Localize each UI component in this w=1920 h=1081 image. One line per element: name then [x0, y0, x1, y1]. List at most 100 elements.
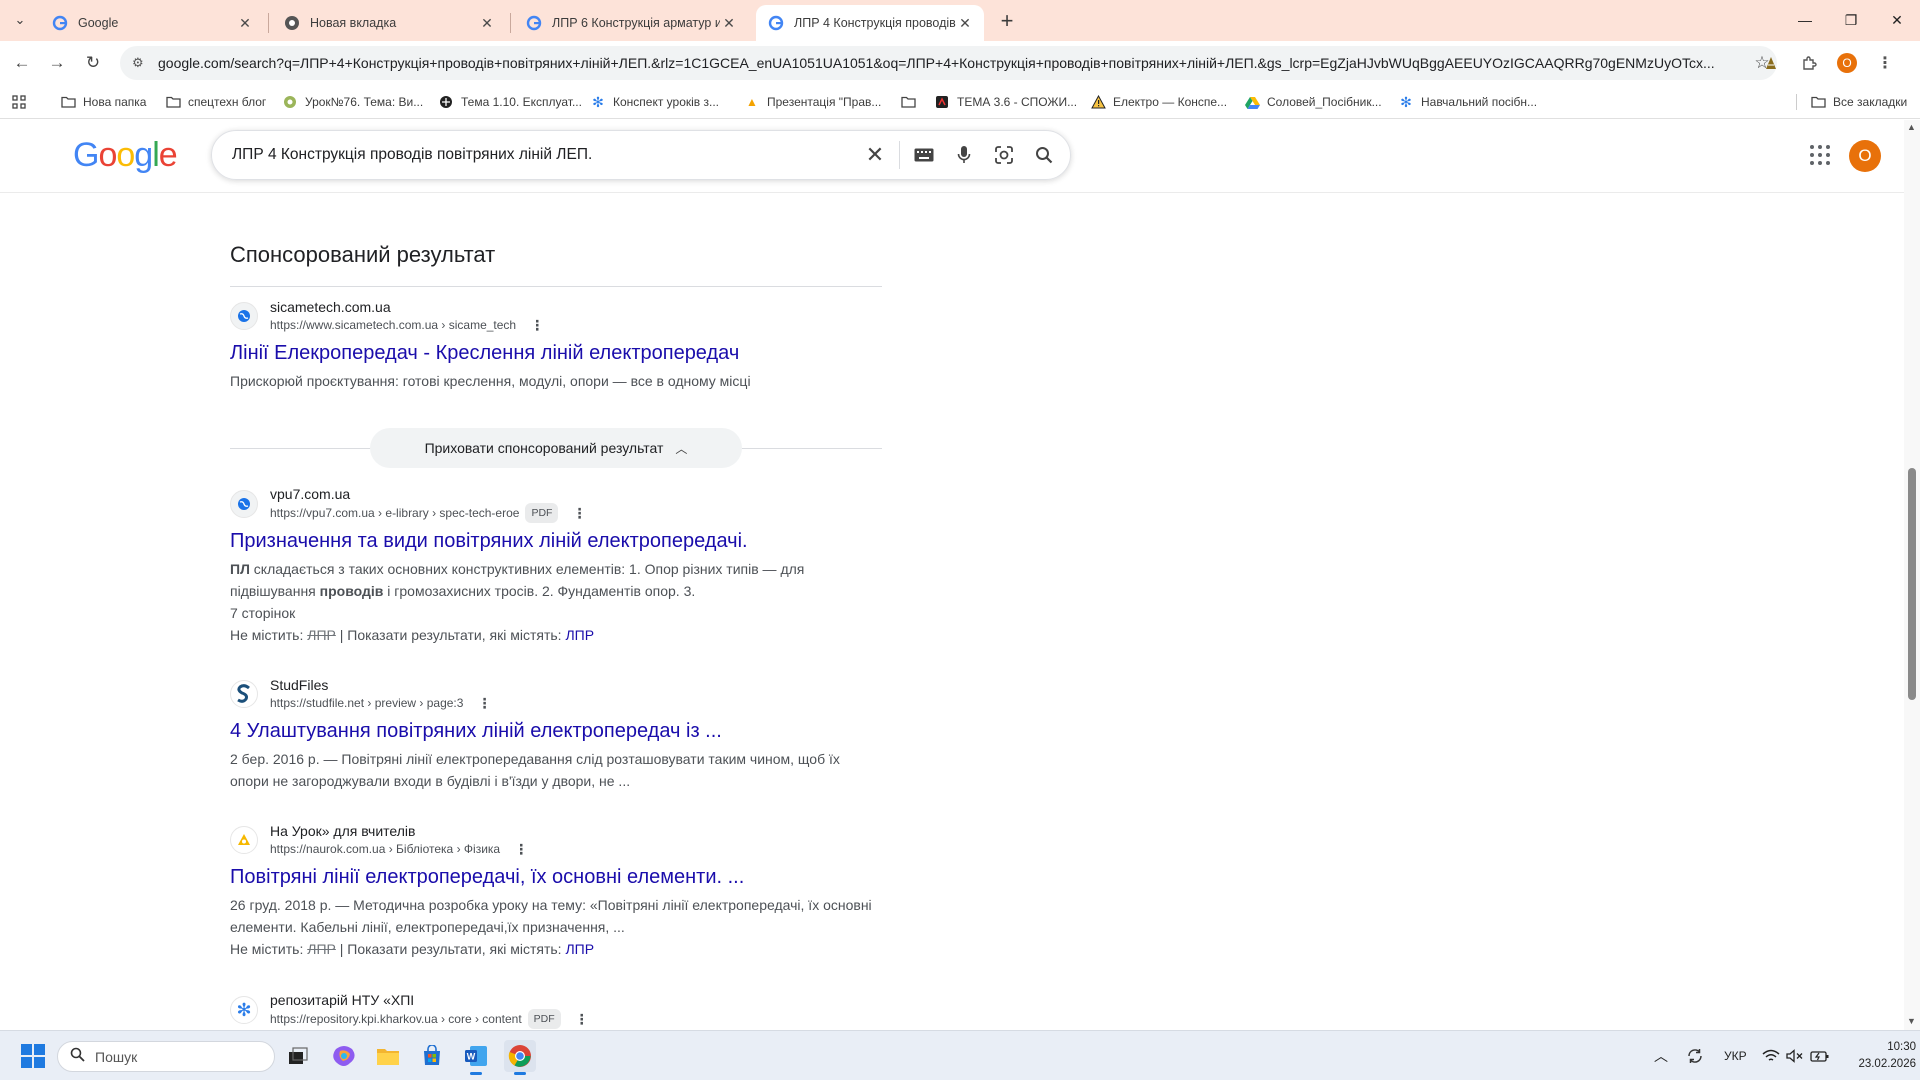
- result-title-link[interactable]: Лінії Елекропередач - Креслення ліній ел…: [230, 340, 882, 366]
- tab-search-chevron-icon[interactable]: ⌄: [6, 8, 34, 32]
- tray-overflow-icon[interactable]: ︿: [1654, 1031, 1668, 1081]
- page-count: 7 сторінок: [230, 605, 296, 621]
- include-term-link[interactable]: ЛПР: [565, 941, 594, 957]
- missing-terms: Не містить: ЛПР | Показати результати, я…: [230, 624, 882, 646]
- tab-lpr6[interactable]: ЛПР 6 Конструкція арматур и ✕: [514, 5, 748, 41]
- bookmark-item[interactable]: ▲ Презентація "Прав...: [744, 93, 881, 111]
- taskbar-search[interactable]: Пошук: [57, 1041, 275, 1072]
- url-text[interactable]: google.com/search?q=ЛПР+4+Конструкція+пр…: [158, 55, 1747, 71]
- google-logo[interactable]: Google: [73, 136, 178, 175]
- all-bookmarks[interactable]: Все закладки: [1810, 93, 1907, 111]
- sync-icon[interactable]: [1686, 1031, 1704, 1081]
- back-button[interactable]: ←: [8, 49, 36, 77]
- wifi-icon[interactable]: [1762, 1031, 1780, 1081]
- extensions-puzzle-icon[interactable]: [1796, 50, 1822, 76]
- missing-term: ЛПР: [307, 627, 336, 643]
- account-avatar[interactable]: O: [1849, 140, 1881, 172]
- forward-button[interactable]: →: [43, 49, 71, 77]
- site-icon: ✻: [1400, 93, 1412, 110]
- missing-label: Не містить:: [230, 627, 308, 643]
- page-scrollbar[interactable]: ▲ ▼: [1904, 120, 1920, 1030]
- chrome-icon[interactable]: [504, 1040, 536, 1075]
- more-options-icon[interactable]: ⋮: [514, 840, 528, 858]
- task-view-icon[interactable]: [282, 1040, 314, 1072]
- bookmark-item[interactable]: Електро — Конспе...: [1090, 93, 1227, 111]
- battery-charging-icon[interactable]: [1810, 1031, 1830, 1081]
- keyboard-icon[interactable]: [904, 135, 944, 175]
- bookmark-item[interactable]: ТЕМА 3.6 - СПОЖИ...: [934, 93, 1077, 111]
- tab-google[interactable]: Google ✕: [40, 5, 264, 41]
- volume-muted-icon[interactable]: [1786, 1031, 1804, 1081]
- close-tab-icon[interactable]: ✕: [478, 14, 496, 32]
- scroll-down-icon[interactable]: ▼: [1907, 1016, 1916, 1026]
- bookmark-label: Урок№76. Тема: Ви...: [305, 95, 424, 109]
- bookmark-item[interactable]: Тема 1.10. Експлуат...: [438, 93, 582, 111]
- result-item: vpu7.com.ua https://vpu7.com.ua › e-libr…: [230, 486, 882, 646]
- search-box[interactable]: ЛПР 4 Конструкція проводів повітряних лі…: [211, 130, 1071, 180]
- bookmark-folder[interactable]: [900, 93, 923, 111]
- tab-lpr4-active[interactable]: ЛПР 4 Конструкція проводів п ✕: [756, 5, 984, 41]
- file-explorer-icon[interactable]: [372, 1040, 404, 1072]
- clear-search-icon[interactable]: ✕: [855, 135, 895, 175]
- bookmark-label: Презентація "Прав...: [767, 95, 882, 109]
- google-favicon-icon: [768, 15, 784, 31]
- tab-title: Новая вкладка: [310, 16, 397, 30]
- more-options-icon[interactable]: ⋮: [575, 1010, 589, 1028]
- bookmark-label: Тема 1.10. Експлуат...: [461, 95, 582, 109]
- keyboard-language[interactable]: УКР: [1724, 1031, 1747, 1081]
- reload-button[interactable]: ↻: [79, 49, 107, 77]
- result-title-link[interactable]: Призначення та види повітряних ліній еле…: [230, 528, 882, 554]
- more-options-icon[interactable]: ⋮: [530, 316, 544, 334]
- bookmark-item[interactable]: Соловей_Посібник...: [1244, 93, 1382, 111]
- missing-term: ЛПР: [307, 941, 336, 957]
- microsoft-store-icon[interactable]: [416, 1040, 448, 1072]
- address-bar[interactable]: ⚙ google.com/search?q=ЛПР+4+Конструкція+…: [120, 46, 1777, 80]
- more-options-icon[interactable]: ⋮: [477, 694, 491, 712]
- result-snippet: 2 бер. 2016 р. — Повітряні лінії електро…: [230, 751, 840, 789]
- result-url: https://vpu7.com.ua › e-library › spec-t…: [270, 506, 520, 520]
- microphone-icon[interactable]: [944, 135, 984, 175]
- close-window-button[interactable]: ✕: [1874, 0, 1920, 40]
- windows-start-icon[interactable]: [21, 1044, 45, 1068]
- bookmark-item[interactable]: спецтехн блог: [165, 93, 266, 111]
- bookmark-label: ТЕМА 3.6 - СПОЖИ...: [957, 95, 1078, 109]
- bookmark-item[interactable]: Нова папка: [60, 93, 146, 111]
- folder-icon: [900, 94, 916, 110]
- close-tab-icon[interactable]: ✕: [956, 14, 974, 32]
- scroll-up-icon[interactable]: ▲: [1907, 122, 1916, 132]
- browser-menu-icon[interactable]: ⋮: [1872, 50, 1898, 76]
- site-info-icon[interactable]: ⚙: [132, 55, 150, 71]
- hide-sponsored-label: Приховати спонсорований результат: [424, 440, 664, 456]
- more-options-icon[interactable]: ⋮: [572, 504, 586, 522]
- result-title-link[interactable]: 4 Улаштування повітряних ліній електропе…: [230, 718, 882, 744]
- new-tab-button[interactable]: +: [994, 8, 1020, 34]
- result-site-name: sicametech.com.ua: [270, 299, 391, 315]
- tab-new[interactable]: Новая вкладка ✕: [272, 5, 506, 41]
- site-icon: ✻: [592, 93, 604, 110]
- system-clock[interactable]: 10:30 23.02.2026: [1858, 1039, 1916, 1073]
- close-tab-icon[interactable]: ✕: [720, 14, 738, 32]
- copilot-icon[interactable]: [328, 1040, 360, 1072]
- bookmark-item[interactable]: ✻ Навчальний посібн...: [1398, 93, 1537, 111]
- extension-icon[interactable]: [1758, 50, 1784, 76]
- include-term-link[interactable]: ЛПР: [565, 627, 594, 643]
- google-apps-icon[interactable]: [1808, 143, 1832, 167]
- search-icon[interactable]: [1024, 135, 1064, 175]
- hide-sponsored-button[interactable]: Приховати спонсорований результат ︿: [370, 428, 742, 468]
- search-input[interactable]: ЛПР 4 Конструкція проводів повітряних лі…: [232, 146, 855, 164]
- profile-button[interactable]: O: [1834, 50, 1860, 76]
- google-lens-icon[interactable]: [984, 135, 1024, 175]
- close-tab-icon[interactable]: ✕: [236, 14, 254, 32]
- bookmark-item[interactable]: ✻ Конспект уроків з...: [590, 93, 719, 111]
- result-title-link[interactable]: Повітряні лінії електропередачі, їх осно…: [230, 864, 882, 890]
- scrollbar-thumb[interactable]: [1908, 468, 1916, 700]
- browser-window: ⌄ Google ✕ Новая вкладка ✕ ЛПР 6 Констру…: [0, 0, 1920, 1080]
- word-icon[interactable]: W: [460, 1040, 492, 1075]
- bookmark-item[interactable]: Урок№76. Тема: Ви...: [282, 93, 423, 111]
- restore-button[interactable]: ❐: [1828, 0, 1874, 40]
- minimize-button[interactable]: —: [1782, 0, 1828, 40]
- missing-label: Не містить:: [230, 941, 308, 957]
- google-favicon-icon: [52, 15, 68, 31]
- site-icon: [934, 94, 950, 110]
- apps-grid-icon[interactable]: [12, 93, 26, 111]
